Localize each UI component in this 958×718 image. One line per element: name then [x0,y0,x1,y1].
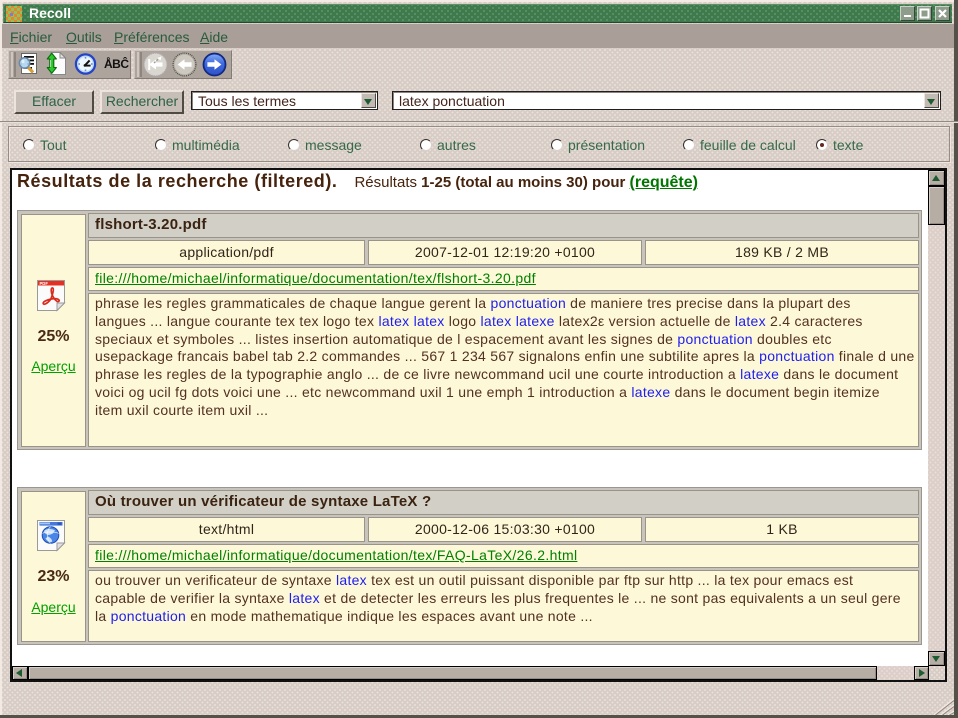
svg-text:PDF: PDF [39,280,48,285]
